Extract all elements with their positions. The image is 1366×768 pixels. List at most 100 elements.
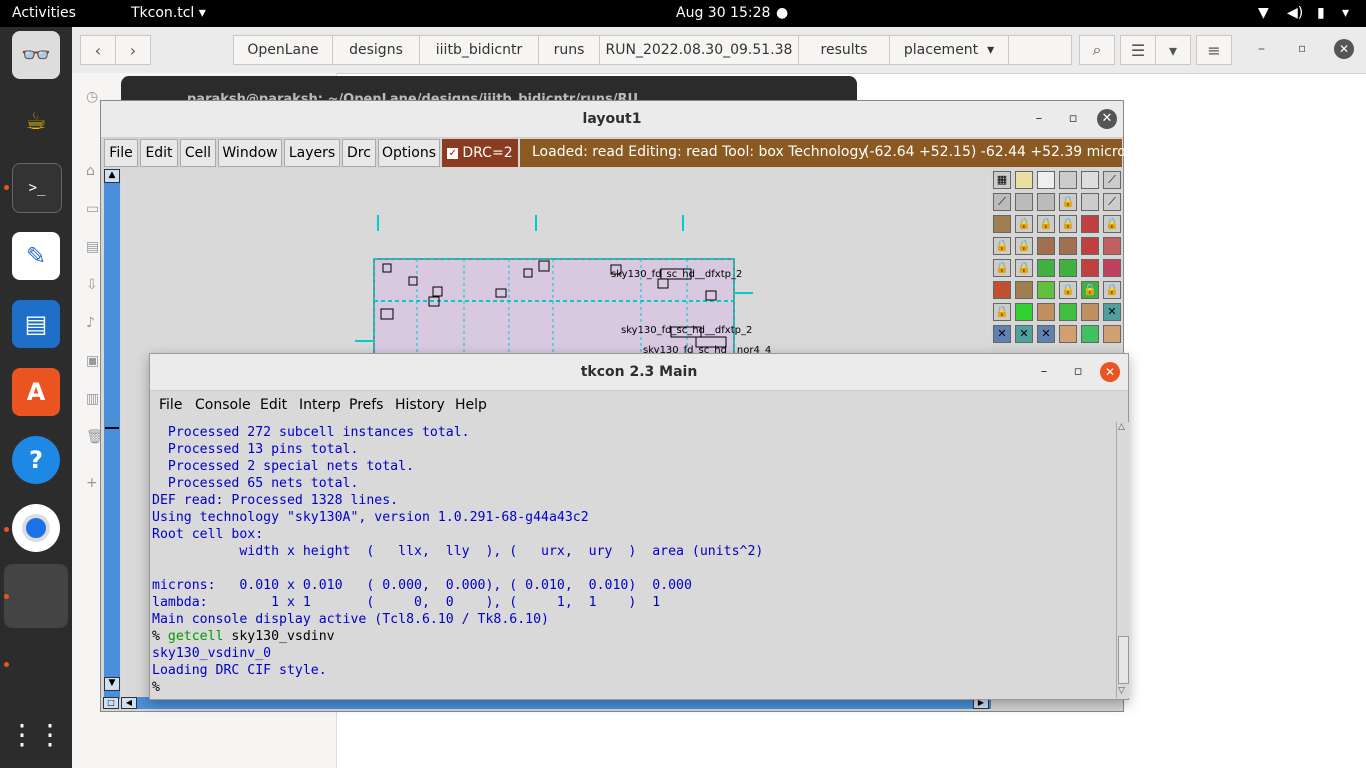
scroll-left-icon[interactable]: ◀ — [121, 697, 137, 709]
lock-icon[interactable]: 🔒 — [1059, 281, 1077, 299]
layer-swatch[interactable] — [1103, 237, 1121, 255]
layer-swatch[interactable] — [1103, 325, 1121, 343]
crumb-openlane[interactable]: OpenLane — [233, 35, 333, 65]
crumb-results[interactable]: results — [798, 35, 890, 65]
writer-icon[interactable]: ▤ — [12, 300, 60, 348]
lock-icon[interactable]: 🔒 — [1059, 193, 1077, 211]
layer-swatch[interactable]: ✕ — [1015, 325, 1033, 343]
layer-swatch[interactable] — [1081, 215, 1099, 233]
layer-swatch[interactable] — [1059, 303, 1077, 321]
terminal-icon[interactable]: >_ — [12, 163, 62, 213]
help-icon[interactable]: ? — [12, 436, 60, 484]
layer-swatch[interactable] — [1059, 259, 1077, 277]
battery-icon[interactable]: ▮ — [1317, 5, 1325, 21]
scroll-up-icon[interactable]: ▲ — [104, 169, 120, 183]
menu-history[interactable]: History — [395, 397, 445, 413]
crumb-runs[interactable]: runs — [538, 35, 600, 65]
crumb-empty[interactable] — [1008, 35, 1072, 65]
lock-icon[interactable]: 🔒 — [993, 237, 1011, 255]
maximize-icon[interactable]: ▫ — [1063, 109, 1083, 129]
lock-icon[interactable]: 🔒 — [1037, 215, 1055, 233]
layer-swatch[interactable] — [1081, 171, 1099, 189]
layer-swatch[interactable] — [1015, 171, 1033, 189]
layer-swatch[interactable] — [1015, 303, 1033, 321]
maximize-icon[interactable]: ▫ — [1068, 362, 1088, 382]
close-icon[interactable]: ✕ — [1097, 109, 1117, 129]
scroll-up-icon[interactable]: △ — [1118, 422, 1125, 432]
layer-swatch[interactable] — [1037, 193, 1055, 211]
scroll-down-icon[interactable]: ▼ — [104, 677, 120, 691]
volume-icon[interactable]: ◀) — [1287, 5, 1303, 21]
lock-icon[interactable]: 🔒 — [1015, 215, 1033, 233]
layer-swatch[interactable] — [1081, 303, 1099, 321]
menu-help[interactable]: Help — [455, 397, 487, 413]
menu-cell[interactable]: Cell — [180, 139, 216, 167]
minimize-icon[interactable]: – — [1034, 362, 1054, 382]
scroll-down-icon[interactable]: ▽ — [1118, 686, 1125, 696]
lock-icon[interactable]: 🔒 — [993, 259, 1011, 277]
layer-swatch[interactable] — [1015, 281, 1033, 299]
crumb-run[interactable]: RUN_2022.08.30_09.51.38 — [599, 35, 799, 65]
menu-edit[interactable]: Edit — [140, 139, 178, 167]
lock-icon[interactable]: 🔒 — [1059, 215, 1077, 233]
lock-icon[interactable]: 🔒 — [1103, 281, 1121, 299]
crumb-iiitb-bidicntr[interactable]: iiitb_bidicntr — [419, 35, 539, 65]
layer-swatch[interactable] — [1015, 193, 1033, 211]
show-apps-icon[interactable]: ⋮⋮ — [8, 710, 64, 758]
menu-interp[interactable]: Interp — [299, 397, 341, 413]
layer-swatch[interactable] — [1059, 237, 1077, 255]
crumb-designs[interactable]: designs — [332, 35, 420, 65]
input-prompt[interactable]: % — [152, 679, 1114, 696]
console-output[interactable]: Processed 272 subcell instances total. P… — [152, 424, 1114, 696]
layer-swatch[interactable] — [1081, 325, 1099, 343]
wifi-icon[interactable]: ▼ — [1258, 5, 1269, 21]
menu-drc[interactable]: Drc — [342, 139, 376, 167]
layer-swatch[interactable] — [1081, 237, 1099, 255]
search-icon[interactable]: ⌕ — [1079, 35, 1115, 65]
minimize-icon[interactable]: – — [1029, 109, 1049, 129]
maximize-icon[interactable]: ▫ — [1298, 41, 1306, 55]
layer-swatch[interactable] — [993, 215, 1011, 233]
layer-swatch[interactable] — [993, 281, 1011, 299]
zoom-box-icon[interactable]: □ — [103, 697, 119, 709]
layer-swatch[interactable] — [1037, 281, 1055, 299]
active-window-icon[interactable] — [4, 564, 68, 628]
drc-indicator[interactable]: ✓ DRC=2 — [442, 139, 518, 167]
layer-swatch[interactable]: ⟋ — [993, 193, 1011, 211]
layer-swatch[interactable] — [1037, 303, 1055, 321]
layer-swatch[interactable] — [1059, 171, 1077, 189]
scroll-thumb[interactable] — [105, 427, 119, 429]
vertical-scrollbar[interactable]: ▲ ▼ — [104, 169, 120, 699]
crumb-placement[interactable]: placement ▾ — [889, 35, 1009, 65]
clock[interactable]: Aug 30 15:28 — [676, 5, 770, 21]
layer-swatch[interactable] — [1081, 259, 1099, 277]
layer-swatch[interactable]: ✕ — [993, 325, 1011, 343]
menu-options[interactable]: Options — [378, 139, 440, 167]
menu-file[interactable]: File — [104, 139, 138, 167]
activities-button[interactable]: Activities — [12, 5, 76, 21]
lock-icon[interactable]: 🔒 — [993, 303, 1011, 321]
menu-edit[interactable]: Edit — [260, 397, 287, 413]
close-icon[interactable]: ✕ — [1100, 362, 1120, 382]
menu-file[interactable]: File — [159, 397, 182, 413]
layer-swatch[interactable]: ▦ — [993, 171, 1011, 189]
lock-icon[interactable]: 🔒 — [1103, 215, 1121, 233]
layer-swatch[interactable] — [1037, 237, 1055, 255]
layer-swatch[interactable] — [1037, 259, 1055, 277]
layer-swatch[interactable]: ⟋ — [1103, 193, 1121, 211]
menu-window[interactable]: Window — [218, 139, 282, 167]
chrome-icon[interactable] — [12, 504, 60, 552]
forward-button[interactable]: › — [115, 35, 151, 65]
lock-icon[interactable]: 🔒 — [1015, 259, 1033, 277]
layer-swatch[interactable] — [1103, 259, 1121, 277]
software-center-icon[interactable]: A — [12, 368, 60, 416]
close-icon[interactable]: ✕ — [1334, 39, 1354, 59]
layer-swatch[interactable]: ⟋ — [1103, 171, 1121, 189]
menu-console[interactable]: Console — [195, 397, 251, 413]
hamburger-menu-icon[interactable]: ≡ — [1196, 35, 1232, 65]
system-menu-icon[interactable]: ▾ — [1342, 5, 1349, 21]
text-editor-icon[interactable]: ✎ — [12, 232, 60, 280]
console-scrollbar[interactable]: △ ▽ — [1116, 422, 1129, 698]
lock-icon[interactable]: 🔒 — [1015, 237, 1033, 255]
teapot-icon[interactable]: ☕ — [12, 97, 60, 145]
